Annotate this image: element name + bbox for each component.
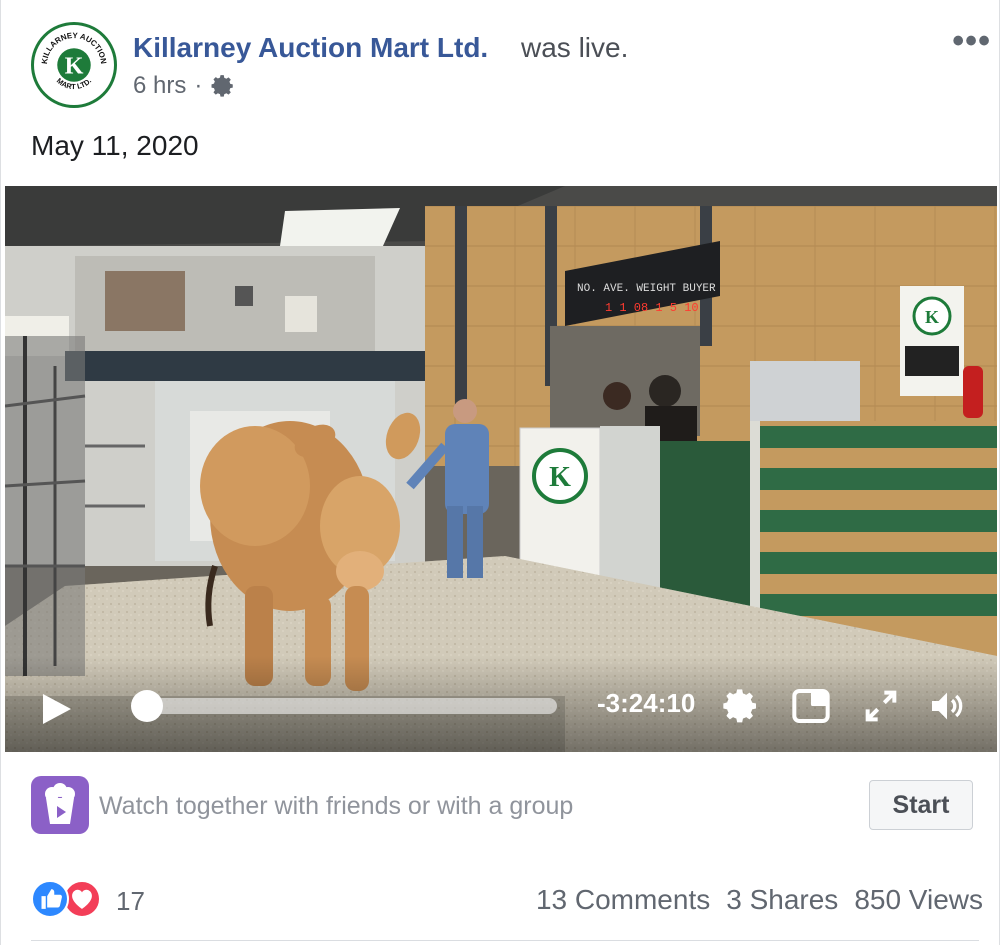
gear-icon[interactable] [721, 686, 761, 726]
post-card: K KILLARNEY AUCTION MART LTD. Killarney … [0, 0, 1000, 945]
progress-track[interactable] [147, 698, 557, 714]
svg-text:1 1 08 1 5 10: 1 1 08 1 5 10 [605, 301, 699, 315]
shares-count-link[interactable]: 3 Shares [726, 884, 838, 916]
picture-in-picture-icon[interactable] [791, 686, 831, 726]
popcorn-play-icon [31, 776, 89, 834]
video-controls: -3:24:10 [5, 656, 997, 752]
svg-text:K: K [65, 52, 84, 79]
post-meta: 6 hrs · [133, 72, 236, 100]
svg-text:K: K [549, 462, 571, 493]
like-reaction-icon [31, 880, 69, 918]
views-count: 850 Views [854, 884, 983, 915]
watch-together-text: Watch together with friends or with a gr… [99, 792, 574, 820]
play-icon[interactable] [39, 692, 73, 726]
page-name-link[interactable]: Killarney Auction Mart Ltd. [133, 32, 488, 64]
divider [31, 940, 979, 941]
comments-count-link[interactable]: 13 Comments [536, 884, 710, 916]
post-stats: 13 Comments 3 Shares 850 Views [536, 884, 983, 916]
remaining-time: -3:24:10 [597, 688, 696, 718]
volume-icon[interactable] [927, 686, 967, 726]
reaction-count[interactable]: 17 [116, 886, 145, 917]
reaction-icons[interactable] [31, 880, 111, 920]
svg-text:K: K [925, 307, 939, 327]
progress-knob[interactable] [131, 690, 163, 722]
audience-gear-icon[interactable] [210, 73, 236, 99]
auction-mart-logo-icon: K KILLARNEY AUCTION MART LTD. [36, 27, 112, 103]
page-avatar[interactable]: K KILLARNEY AUCTION MART LTD. [31, 22, 117, 108]
post-time[interactable]: 6 hrs [133, 72, 186, 100]
fullscreen-icon[interactable] [861, 686, 901, 726]
start-watch-party-button[interactable]: Start [869, 780, 973, 830]
video-player[interactable]: NO. AVE. WEIGHT BUYER 1 1 08 1 5 10 K K [5, 186, 997, 752]
meta-separator: · [194, 72, 203, 99]
post-text: May 11, 2020 [31, 130, 199, 161]
scene-board-text: NO. AVE. WEIGHT BUYER [577, 283, 716, 295]
more-options-button[interactable]: ••• [952, 22, 991, 61]
live-status-text: was live. [521, 32, 629, 63]
